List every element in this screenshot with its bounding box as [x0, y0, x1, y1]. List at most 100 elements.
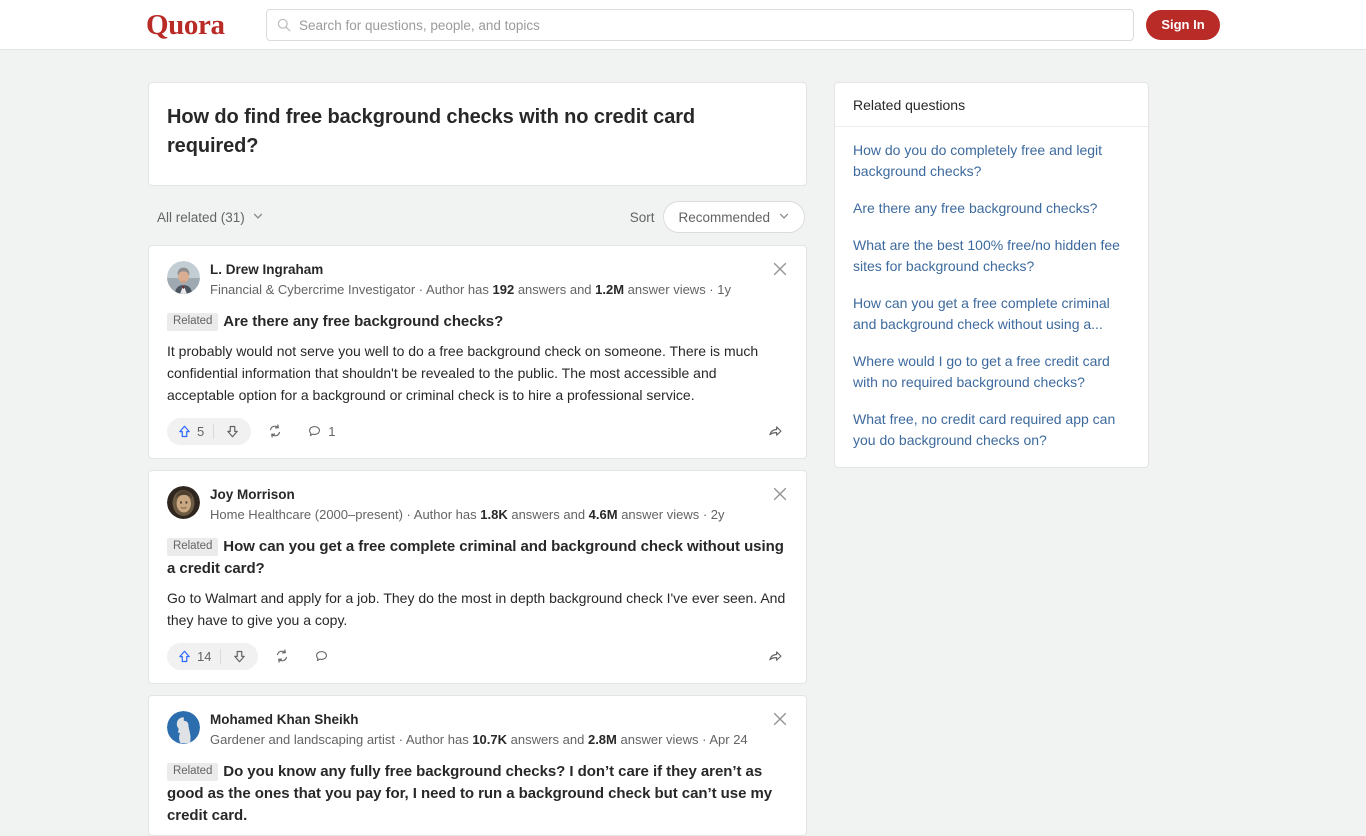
related-question-link[interactable]: What free, no credit card required app c…	[853, 409, 1130, 451]
all-related-label: All related (31)	[157, 209, 245, 225]
avatar[interactable]	[167, 711, 200, 744]
sort-value: Recommended	[678, 209, 770, 225]
author-name[interactable]: Mohamed Khan Sheikh	[210, 711, 748, 729]
author-credential: Financial & Cybercrime Investigator · Au…	[210, 280, 731, 299]
related-question-link[interactable]: How do you do completely free and legit …	[853, 140, 1130, 182]
related-question-text: Are there any free background checks?	[223, 313, 504, 330]
author-name[interactable]: L. Drew Ingraham	[210, 261, 731, 279]
related-questions-header: Related questions	[835, 83, 1148, 127]
answer-card: L. Drew Ingraham Financial & Cybercrime …	[148, 245, 807, 459]
author-name[interactable]: Joy Morrison	[210, 486, 725, 504]
credential-mid: answers and	[514, 282, 596, 297]
repost-button[interactable]	[266, 643, 298, 670]
related-questions-card: Related questions How do you do complete…	[834, 82, 1149, 468]
credential-prefix: Financial & Cybercrime Investigator · Au…	[210, 282, 493, 297]
credential-suffix: answer views · 1y	[624, 282, 731, 297]
close-icon[interactable]	[771, 485, 789, 503]
top-navigation-bar: Quora Sign In	[0, 0, 1366, 50]
upvote-icon	[179, 425, 190, 437]
answers-count: 192	[492, 282, 515, 297]
sort-label: Sort	[629, 209, 655, 225]
comment-icon	[316, 650, 328, 661]
avatar[interactable]	[167, 261, 200, 294]
author-row: L. Drew Ingraham Financial & Cybercrime …	[167, 260, 788, 299]
answer-card: Mohamed Khan Sheikh Gardener and landsca…	[148, 695, 807, 836]
share-button[interactable]	[763, 648, 788, 665]
views-count: 1.2M	[595, 282, 625, 297]
author-info: L. Drew Ingraham Financial & Cybercrime …	[210, 260, 731, 299]
author-credential: Home Healthcare (2000–present) · Author …	[210, 505, 725, 524]
author-info: Mohamed Khan Sheikh Gardener and landsca…	[210, 710, 748, 749]
author-row: Mohamed Khan Sheikh Gardener and landsca…	[167, 710, 788, 749]
sort-group: Sort Recommended	[630, 201, 805, 233]
repost-icon	[270, 424, 281, 438]
related-question-link[interactable]: Are there any free background checks?	[853, 198, 1130, 219]
share-button[interactable]	[763, 423, 788, 440]
credential-suffix: answer views · 2y	[617, 507, 725, 522]
downvote-icon	[227, 425, 239, 437]
credential-suffix: answer views · Apr 24	[616, 732, 748, 747]
related-question-text: How can you get a free complete criminal…	[167, 538, 784, 577]
answer-action-row: 5 1	[167, 412, 788, 450]
downvote-button[interactable]	[214, 418, 251, 445]
related-question-link[interactable]: How can you get a free complete criminal…	[853, 293, 1130, 335]
credential-mid: answers and	[507, 507, 589, 522]
upvote-button[interactable]: 5	[167, 418, 213, 445]
related-badge: Related	[167, 763, 219, 781]
chevron-down-icon	[252, 210, 264, 225]
answer-action-row: 14	[167, 637, 788, 675]
downvote-button[interactable]	[221, 643, 258, 670]
close-icon[interactable]	[771, 260, 789, 278]
vote-pill: 14	[167, 642, 259, 670]
related-question-line[interactable]: Related Do you know any fully free backgr…	[167, 761, 788, 827]
credential-mid: answers and	[507, 732, 588, 747]
related-badge: Related	[167, 313, 219, 331]
upvote-count: 14	[197, 648, 212, 664]
vote-pill: 5	[167, 417, 252, 445]
author-info: Joy Morrison Home Healthcare (2000–prese…	[210, 485, 725, 524]
comment-button[interactable]: 1	[299, 418, 343, 445]
comment-button[interactable]	[306, 643, 343, 670]
comment-count: 1	[328, 423, 336, 439]
downvote-icon	[234, 650, 246, 662]
upvote-count: 5	[197, 423, 205, 439]
related-question-link[interactable]: What are the best 100% free/no hidden fe…	[853, 235, 1130, 277]
search-icon	[277, 18, 291, 32]
share-icon	[769, 425, 782, 436]
action-buttons-left: 5 1	[167, 417, 343, 445]
answers-count: 10.7K	[472, 732, 508, 747]
author-credential: Gardener and landscaping artist · Author…	[210, 730, 748, 749]
search-input[interactable]	[299, 10, 1123, 40]
author-row: Joy Morrison Home Healthcare (2000–prese…	[167, 485, 788, 524]
question-card: How do find free background checks with …	[148, 82, 807, 186]
related-question-link[interactable]: Where would I go to get a free credit ca…	[853, 351, 1130, 393]
answer-body: Go to Walmart and apply for a job. They …	[167, 590, 786, 628]
page-title: How do find free background checks with …	[167, 106, 696, 157]
related-question-line[interactable]: Related Are there any free background che…	[167, 311, 788, 333]
related-questions-list: How do you do completely free and legit …	[835, 127, 1148, 467]
page-body: How do find free background checks with …	[0, 50, 1366, 836]
views-count: 4.6M	[588, 507, 618, 522]
all-related-filter[interactable]: All related (31)	[157, 210, 264, 225]
answers-count: 1.8K	[480, 507, 508, 522]
upvote-button[interactable]: 14	[167, 643, 220, 670]
upvote-icon	[179, 650, 190, 662]
quora-logo[interactable]: Quora	[146, 9, 225, 41]
close-icon[interactable]	[771, 710, 789, 728]
related-question-text: Do you know any fully free background ch…	[167, 763, 773, 824]
search-bar[interactable]	[266, 9, 1134, 41]
action-buttons-left: 14	[167, 642, 343, 670]
credential-prefix: Gardener and landscaping artist · Author…	[210, 732, 473, 747]
repost-button[interactable]	[259, 418, 291, 445]
sidebar-column: Related questions How do you do complete…	[834, 82, 1149, 468]
answer-body: It probably would not serve you well to …	[167, 343, 759, 403]
credential-prefix: Home Healthcare (2000–present) · Author …	[210, 507, 481, 522]
comment-icon	[309, 425, 321, 436]
avatar[interactable]	[167, 486, 200, 519]
sort-dropdown[interactable]: Recommended	[663, 201, 805, 233]
related-question-line[interactable]: Related How can you get a free complete c…	[167, 536, 788, 580]
views-count: 2.8M	[587, 732, 617, 747]
main-content-column: How do find free background checks with …	[148, 82, 807, 836]
share-icon	[769, 650, 782, 661]
sign-in-button[interactable]: Sign In	[1146, 10, 1220, 40]
